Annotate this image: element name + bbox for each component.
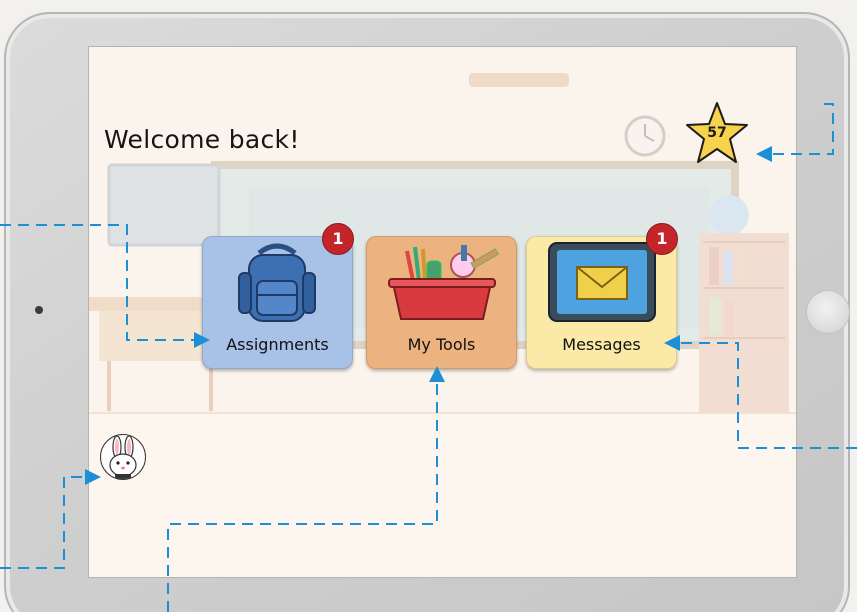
messages-label: Messages bbox=[562, 335, 641, 354]
page: Welcome back! 57 1 Assignments My Tools … bbox=[0, 0, 857, 612]
home-button[interactable] bbox=[807, 291, 849, 333]
messages-tile[interactable]: 1 Messages bbox=[526, 223, 678, 369]
bunny-avatar-icon bbox=[109, 435, 137, 479]
camera-icon bbox=[35, 306, 43, 314]
star-counter[interactable]: 57 bbox=[685, 101, 749, 165]
my-tools-tile[interactable]: My Tools bbox=[366, 236, 517, 369]
avatar[interactable] bbox=[100, 434, 146, 480]
messages-badge: 1 bbox=[646, 223, 678, 255]
assignments-badge: 1 bbox=[322, 223, 354, 255]
welcome-heading: Welcome back! bbox=[104, 125, 300, 154]
toolbox-icon bbox=[388, 245, 499, 320]
assignments-label: Assignments bbox=[226, 335, 329, 354]
my-tools-label: My Tools bbox=[407, 335, 476, 354]
app-screen: Welcome back! 57 1 Assignments My Tools … bbox=[88, 46, 797, 578]
assignments-tile[interactable]: 1 Assignments bbox=[202, 223, 354, 369]
star-count: 57 bbox=[707, 125, 727, 141]
